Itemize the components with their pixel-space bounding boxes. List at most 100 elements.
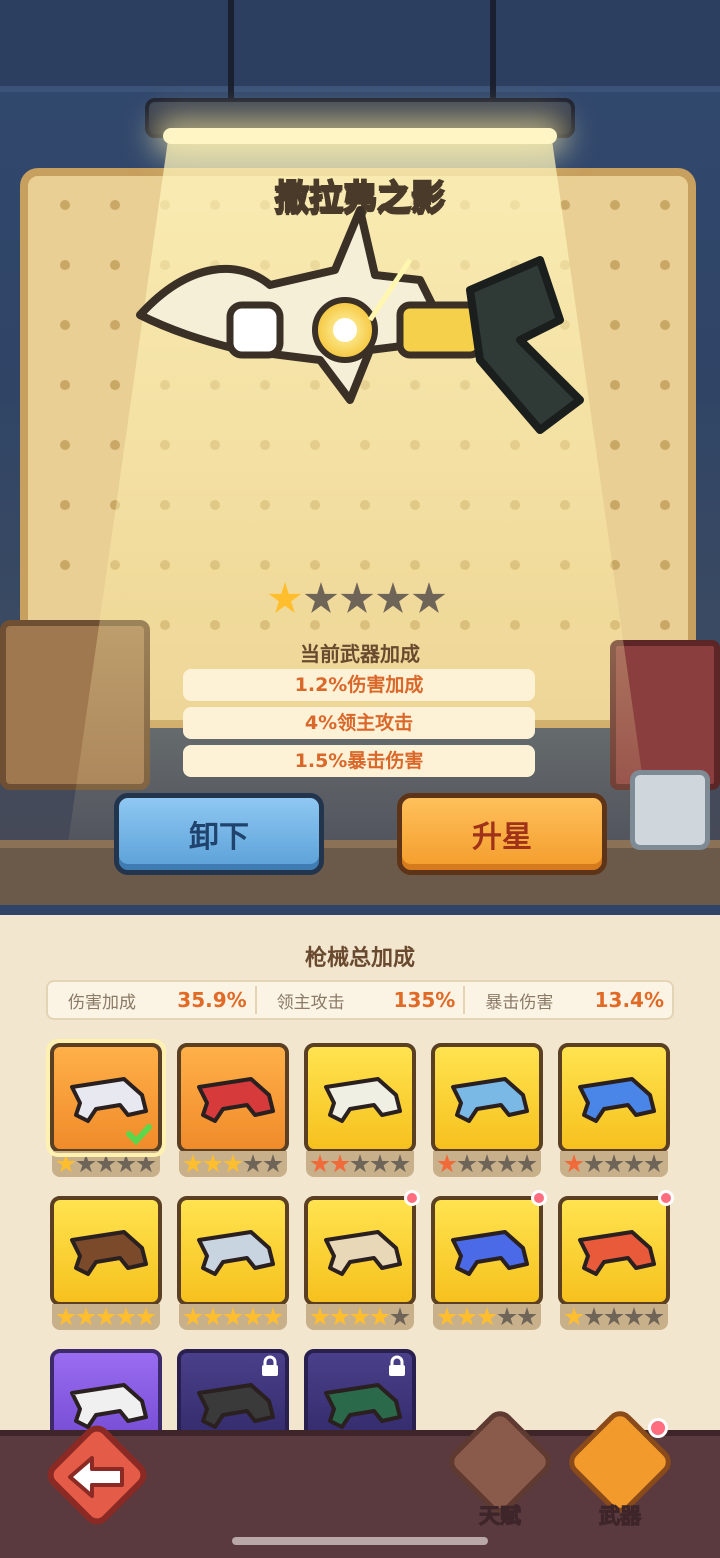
slot-star-rating: [179, 1151, 287, 1177]
star-icon: [310, 1307, 330, 1326]
peg-hole: [110, 320, 120, 330]
star-icon: [370, 1154, 390, 1173]
weapon-slot[interactable]: [46, 1039, 166, 1183]
peg-hole: [60, 560, 70, 570]
star-icon: [350, 1307, 370, 1326]
star-icon: [330, 1154, 350, 1173]
star-icon: [223, 1307, 243, 1326]
stat-crit-damage: 暴击伤害 13.4%: [465, 986, 672, 1014]
slot-star-rating: [433, 1304, 541, 1330]
home-indicator[interactable]: [232, 1537, 488, 1545]
weapon-card: [304, 1196, 416, 1306]
weapon-slot[interactable]: [431, 1043, 543, 1183]
nav-talent-tab[interactable]: 天赋: [443, 1405, 557, 1529]
hero-weapon-icon: [136, 206, 584, 434]
star-icon: [477, 1154, 497, 1173]
peg-hole: [60, 500, 70, 510]
weapon-slot[interactable]: [304, 1190, 420, 1336]
peg-hole: [610, 500, 620, 510]
star-icon: [76, 1307, 96, 1326]
star-icon: [644, 1154, 664, 1173]
selection-frame: [46, 1039, 166, 1157]
unequip-button[interactable]: 卸下: [114, 793, 324, 875]
star-icon: [116, 1154, 136, 1173]
new-badge-dot: [531, 1190, 547, 1206]
bonus-row-damage: 1.2%伤害加成: [183, 669, 535, 701]
star-icon: [96, 1154, 116, 1173]
nav-weapon-label: 武器: [599, 1504, 642, 1529]
slot-star-rating: [433, 1151, 541, 1177]
peg-hole: [610, 440, 620, 450]
slot-star-rating: [179, 1304, 287, 1330]
clockwork-pistol-icon: [324, 1230, 402, 1276]
slot-star-rating: [560, 1151, 668, 1177]
star-icon: [183, 1154, 203, 1173]
star-icon: [56, 1154, 76, 1173]
wooden-blaster-icon: [324, 1077, 402, 1123]
star-icon: [263, 1154, 283, 1173]
weapon-slot[interactable]: [304, 1349, 416, 1430]
weapon-card: [50, 1196, 162, 1306]
new-badge-dot: [404, 1190, 420, 1206]
peg-hole: [60, 380, 70, 390]
star-icon: [183, 1307, 203, 1326]
wall-stripe: [0, 0, 720, 92]
lamp-wire: [228, 0, 234, 100]
star-icon: [412, 582, 446, 613]
stat-damage: 伤害加成 35.9%: [48, 986, 257, 1014]
peg-hole: [660, 260, 670, 270]
star-icon: [604, 1307, 624, 1326]
slot-star-rating: [560, 1304, 668, 1330]
star-icon: [497, 1154, 517, 1173]
weapon-slot[interactable]: [177, 1196, 289, 1336]
weapon-card: [558, 1196, 670, 1306]
star-icon: [644, 1307, 664, 1326]
lock-icon: [262, 1355, 278, 1376]
star-icon: [497, 1307, 517, 1326]
weapon-slot[interactable]: [50, 1349, 162, 1430]
silver-rifle-icon: [197, 1230, 275, 1276]
weapon-slot[interactable]: [50, 1196, 162, 1336]
peg-hole: [660, 320, 670, 330]
weapon-card: [558, 1043, 670, 1153]
star-icon: [268, 582, 302, 613]
star-icon: [564, 1154, 584, 1173]
weapon-card: [431, 1196, 543, 1306]
stat-label: 领主攻击: [276, 992, 345, 1013]
current-bonus-title: 当前武器加成: [300, 642, 420, 666]
star-icon: [76, 1154, 96, 1173]
gun-bonus-panel: 枪械总加成 伤害加成 35.9% 领主攻击 135% 暴击伤害 13.4%: [0, 905, 720, 1430]
workshop-scene: 撒拉弗之影 当前武器加成 1.2%伤害加成 4%领主攻击 1.5%暴击伤害 卸下…: [0, 0, 720, 905]
lock-icon: [389, 1355, 405, 1376]
star-icon: [350, 1154, 370, 1173]
upgrade-star-button[interactable]: 升星: [397, 793, 607, 875]
star-icon: [376, 582, 410, 613]
weapon-slot[interactable]: [558, 1190, 674, 1336]
weapon-slot[interactable]: [431, 1190, 547, 1336]
green-cannon-icon: [324, 1383, 402, 1429]
weapon-slot[interactable]: [558, 1043, 670, 1183]
neon-blaster-icon: [451, 1230, 529, 1276]
star-icon: [243, 1154, 263, 1173]
weapon-slot[interactable]: [177, 1043, 289, 1183]
star-icon: [310, 1154, 330, 1173]
white-sniper-icon: [70, 1383, 148, 1429]
peg-hole: [110, 260, 120, 270]
weapon-slot[interactable]: [304, 1043, 416, 1183]
star-icon: [390, 1307, 410, 1326]
star-icon: [564, 1307, 584, 1326]
star-icon: [136, 1154, 156, 1173]
weapon-card: [304, 1043, 416, 1153]
notification-dot: [648, 1418, 668, 1438]
star-icon: [517, 1307, 537, 1326]
star-icon: [330, 1307, 350, 1326]
stat-value: 135%: [393, 988, 456, 1012]
ice-crystal-gun-icon: [578, 1077, 656, 1123]
stat-value: 13.4%: [594, 988, 665, 1012]
dark-launcher-icon: [197, 1383, 275, 1429]
weapon-star-rating: [268, 582, 446, 616]
weapon-card: [304, 1349, 416, 1430]
peg-hole: [60, 440, 70, 450]
weapon-slot[interactable]: [177, 1349, 289, 1430]
total-stats-bar: 伤害加成 35.9% 领主攻击 135% 暴击伤害 13.4%: [46, 980, 674, 1020]
